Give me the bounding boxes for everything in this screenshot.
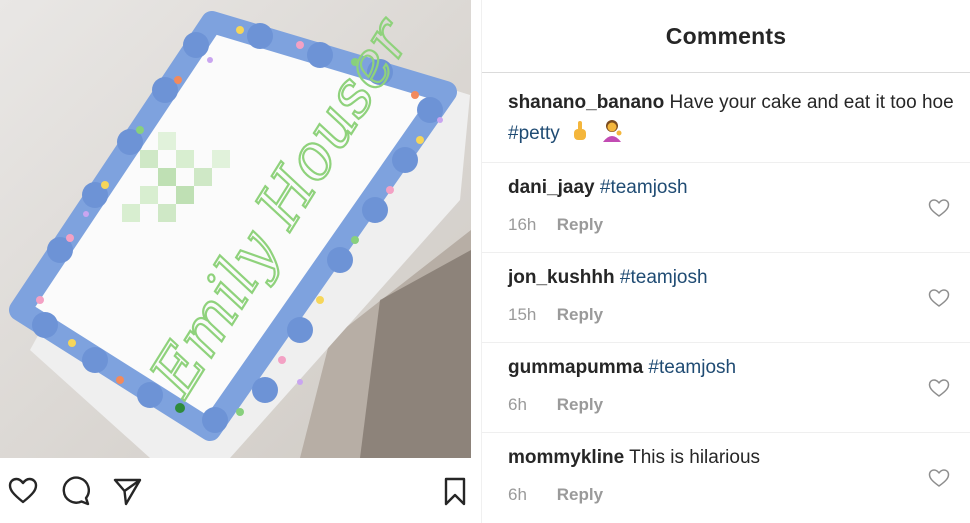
comment-bubble-icon[interactable]	[60, 476, 90, 506]
comment-body: jon_kushhh #teamjosh	[508, 267, 708, 289]
comment-meta: 16h Reply	[508, 215, 603, 235]
caption-username[interactable]: shanano_banano	[508, 92, 664, 113]
comment-username[interactable]: jon_kushhh	[508, 267, 615, 288]
caption-hashtag[interactable]: #petty	[508, 123, 560, 144]
comment-like-heart-icon[interactable]	[928, 198, 950, 218]
post: Emily Houser	[0, 0, 471, 523]
comment-like-heart-icon[interactable]	[928, 378, 950, 398]
comment-like-heart-icon[interactable]	[928, 288, 950, 308]
comment-time: 6h	[508, 485, 527, 504]
comments-panel: Comments shanano_banano Have your cake a…	[482, 0, 970, 523]
comment-item: jon_kushhh #teamjosh 15h Reply	[482, 253, 970, 343]
comment-hashtag[interactable]: #teamjosh	[620, 267, 708, 288]
comment-meta: 6h Reply	[508, 395, 603, 415]
comment-body: dani_jaay #teamjosh	[508, 177, 688, 199]
comment-meta: 15h Reply	[508, 305, 603, 325]
reply-button[interactable]: Reply	[557, 215, 603, 234]
save-bookmark-icon[interactable]	[442, 476, 472, 506]
caption-text: Have your cake and eat it too hoe	[669, 92, 954, 113]
woman-tipping-hand-emoji-icon	[600, 118, 624, 152]
reply-button[interactable]: Reply	[557, 305, 603, 324]
comment-username[interactable]: gummapumma	[508, 357, 643, 378]
comment-body: mommykline This is hilarious	[508, 447, 760, 469]
post-action-bar	[0, 458, 471, 523]
comment-text: This is hilarious	[629, 447, 761, 468]
caption-comment: shanano_banano Have your cake and eat it…	[508, 88, 960, 152]
comment-time: 6h	[508, 395, 527, 414]
post-photo[interactable]: Emily Houser	[0, 0, 471, 458]
reply-button[interactable]: Reply	[557, 485, 603, 504]
comment-like-heart-icon[interactable]	[928, 468, 950, 488]
comment-time: 15h	[508, 305, 537, 324]
comment-item: mommykline This is hilarious 6h Reply	[482, 433, 970, 523]
comment-body: gummapumma #teamjosh	[508, 357, 736, 379]
comment-item: dani_jaay #teamjosh 16h Reply	[482, 163, 970, 253]
comment-time: 16h	[508, 215, 537, 234]
comment-username[interactable]: dani_jaay	[508, 177, 595, 198]
comment-hashtag[interactable]: #teamjosh	[648, 357, 736, 378]
comments-header: Comments	[482, 0, 970, 73]
comments-title: Comments	[665, 22, 787, 49]
middle-finger-emoji-icon	[571, 120, 589, 152]
like-heart-icon[interactable]	[8, 476, 38, 506]
comment-item: gummapumma #teamjosh 6h Reply	[482, 343, 970, 433]
comment-username[interactable]: mommykline	[508, 447, 624, 468]
reply-button[interactable]: Reply	[557, 395, 603, 414]
comment-hashtag[interactable]: #teamjosh	[600, 177, 688, 198]
cake-image: Emily Houser	[0, 0, 471, 458]
comment-meta: 6h Reply	[508, 485, 603, 505]
share-paper-plane-icon[interactable]	[112, 476, 142, 506]
